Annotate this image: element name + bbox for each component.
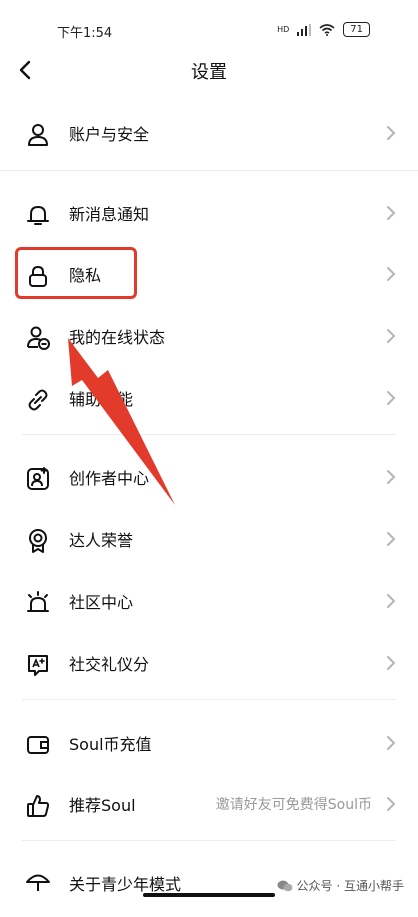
creator-badge-icon xyxy=(27,467,49,490)
section-divider xyxy=(22,699,396,700)
chevron-right-icon xyxy=(387,736,396,750)
wallet-icon xyxy=(27,736,49,754)
chevron-right-icon xyxy=(387,656,396,670)
invite-hint-text: 邀请好友可免费得Soul币 xyxy=(215,797,372,813)
settings-item-soul-coin-recharge[interactable]: Soul币充值 xyxy=(0,712,418,774)
user-status-icon xyxy=(27,326,50,350)
battery-indicator: 71 xyxy=(343,22,370,37)
section-divider xyxy=(0,170,418,171)
settings-item-account-security[interactable]: 账户与安全 xyxy=(0,102,418,164)
chevron-right-icon xyxy=(387,126,396,140)
score-badge-icon xyxy=(28,655,48,676)
section-divider xyxy=(22,840,396,841)
wechat-icon xyxy=(277,880,293,891)
nav-header: 设置 xyxy=(0,48,418,94)
home-indicator[interactable] xyxy=(143,893,275,897)
chevron-right-icon xyxy=(387,391,396,405)
settings-item-label: 创作者中心 xyxy=(69,469,150,488)
settings-item-online-status[interactable]: 我的在线状态 xyxy=(0,305,418,367)
user-icon xyxy=(28,124,48,146)
settings-item-label: Soul币充值 xyxy=(69,735,152,754)
chevron-right-icon xyxy=(387,532,396,546)
bell-icon xyxy=(27,206,49,225)
settings-item-talent-honors[interactable]: 达人荣誉 xyxy=(0,508,418,570)
settings-item-label: 关于青少年模式 xyxy=(69,875,182,894)
alarm-light-icon xyxy=(27,591,49,612)
status-icons: HD 71 xyxy=(277,22,370,37)
settings-item-label: 我的在线状态 xyxy=(69,328,166,347)
thumbs-up-icon xyxy=(27,795,50,817)
link-icon xyxy=(28,389,48,411)
chevron-right-icon xyxy=(387,470,396,484)
page-title: 设置 xyxy=(191,62,227,83)
settings-item-label: 辅助功能 xyxy=(69,390,134,409)
highlight-box xyxy=(15,247,137,299)
settings-item-label: 账户与安全 xyxy=(69,125,150,144)
chevron-right-icon xyxy=(387,594,396,608)
watermark-text: 公众号 · 互通小帮手 xyxy=(296,879,404,893)
chevron-right-icon xyxy=(387,329,396,343)
signal-icon xyxy=(297,23,312,36)
chevron-right-icon xyxy=(387,797,396,811)
settings-item-recommend-soul[interactable]: 推荐Soul 邀请好友可免费得Soul币 xyxy=(0,773,418,835)
status-time: 下午1:54 xyxy=(57,26,113,41)
network-type: HD xyxy=(277,25,290,34)
section-divider xyxy=(22,434,396,435)
status-bar: 下午1:54 HD 71 xyxy=(0,0,418,48)
settings-item-label: 社区中心 xyxy=(69,593,134,612)
watermark: 公众号 · 互通小帮手 xyxy=(277,877,404,894)
chevron-right-icon xyxy=(387,206,396,220)
chevron-right-icon xyxy=(387,267,396,281)
umbrella-icon xyxy=(26,874,50,891)
medal-icon xyxy=(29,529,47,553)
settings-item-label: 达人荣誉 xyxy=(69,531,134,550)
settings-item-label: 新消息通知 xyxy=(69,205,150,224)
settings-item-label: 推荐Soul xyxy=(69,796,136,815)
settings-item-creator-center[interactable]: 创作者中心 xyxy=(0,446,418,508)
settings-item-accessibility[interactable]: 辅助功能 xyxy=(0,367,418,429)
wifi-icon xyxy=(319,23,335,36)
settings-item-social-etiquette[interactable]: 社交礼仪分 xyxy=(0,632,418,694)
settings-item-notifications[interactable]: 新消息通知 xyxy=(0,182,418,244)
settings-item-label: 社交礼仪分 xyxy=(69,655,150,674)
settings-item-community-center[interactable]: 社区中心 xyxy=(0,570,418,632)
